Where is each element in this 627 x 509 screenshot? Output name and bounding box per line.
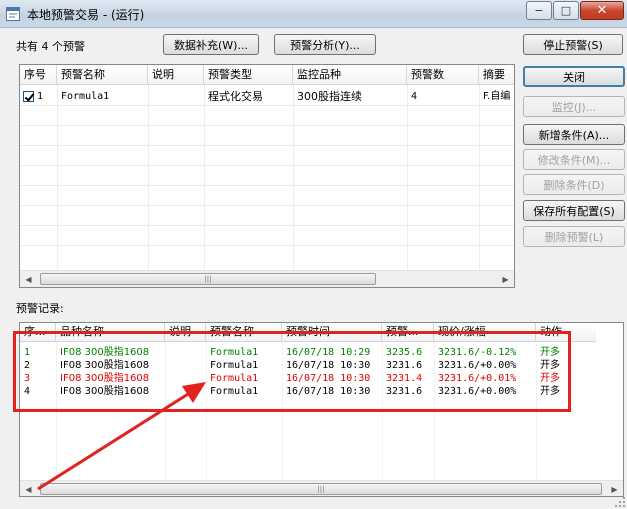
red-arrow-annotation <box>37 382 206 491</box>
resize-grip-icon[interactable] <box>612 494 626 508</box>
